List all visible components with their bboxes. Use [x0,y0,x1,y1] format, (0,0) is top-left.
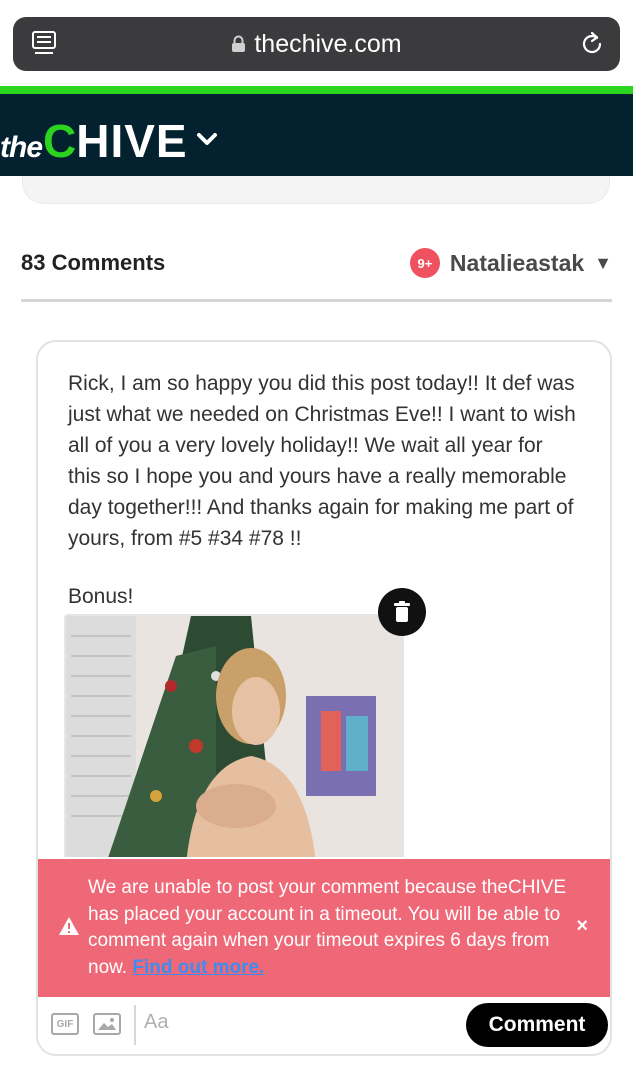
comments-count: 83 Comments [21,250,166,275]
url-display[interactable]: thechive.com [13,17,620,71]
image-icon[interactable] [93,1012,121,1036]
find-out-more-link[interactable]: Find out more. [132,957,264,978]
timeout-error-banner: We are unable to post your comment becau… [38,857,610,997]
notification-badge[interactable]: 9+ [409,248,440,278]
gif-button[interactable]: GIF [51,1013,79,1035]
site-logo[interactable]: the C HIVE [0,114,218,167]
logo-prefix: the [0,131,43,164]
logo-wordmark: HIVE [76,115,188,167]
post-card-bottom [22,176,610,204]
trash-icon [394,601,410,622]
comment-textarea[interactable]: Rick, I am so happy you did this post to… [68,368,578,554]
reload-icon[interactable] [578,30,606,58]
user-menu[interactable]: 9+ Natalieastak ▼ [409,248,612,278]
caret-down-icon[interactable]: ▼ [594,253,612,274]
attached-photo-image [66,616,402,860]
submit-comment-button[interactable]: Comment [466,1003,608,1047]
attached-photo [64,614,404,862]
address-bar[interactable]: thechive.com [13,17,620,71]
close-error-button[interactable]: × [576,915,588,938]
browser-chrome: thechive.com [0,0,633,86]
username[interactable]: Natalieastak [450,250,584,277]
site-header: the C HIVE [0,86,633,176]
lock-icon [232,35,246,52]
warning-icon [59,917,79,935]
url-text: thechive.com [254,29,402,58]
delete-attachment-button[interactable] [378,588,426,636]
error-message: We are unable to post your comment becau… [88,875,573,981]
comment-bonus-text[interactable]: Bonus! [68,585,133,609]
chevron-down-icon[interactable] [196,132,218,146]
comments-header: 83 Comments 9+ Natalieastak ▼ [21,240,612,302]
comment-toolbar: GIF Aa Comment [38,997,610,1054]
toolbar-divider [134,1005,136,1045]
comment-composer: Rick, I am so happy you did this post to… [36,340,612,1056]
logo-c: C [43,115,77,167]
comment-input-placeholder[interactable]: Aa [144,1011,168,1034]
